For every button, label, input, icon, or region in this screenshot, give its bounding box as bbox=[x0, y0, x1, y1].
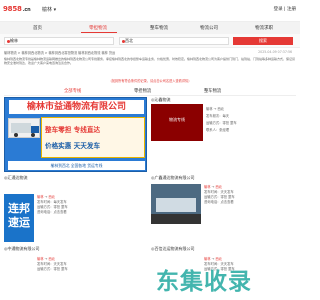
card-meta: 榆林 → 西北 发车时间：每天发车 运输方式：零担 整车 咨询电话：点击查看 bbox=[37, 195, 68, 215]
company-name[interactable]: ◎沁鑫物流 bbox=[151, 97, 171, 103]
featured-company-ad[interactable]: 榆林市益通物流有限公司 整车零担 专线直达 价格实惠 天天发车 榆林到西北 全国… bbox=[4, 97, 147, 172]
ad-route-strip: 榆林到西北 全国各地 货运专线 bbox=[8, 161, 145, 170]
nav-ltl[interactable]: 零担物流 bbox=[89, 25, 107, 31]
nav-jobs[interactable]: 物流求职 bbox=[255, 25, 273, 31]
route-line: 榆林 → 西北 bbox=[206, 107, 225, 111]
city-selector[interactable]: 榆林 ▾ bbox=[42, 6, 56, 13]
logo-suffix: .cn bbox=[22, 7, 31, 13]
frequency-line: 发车频次：每天 bbox=[206, 114, 230, 118]
meta-line[interactable]: 咨询电话：点击查看 bbox=[37, 210, 68, 215]
company-photo: 物流专线 bbox=[151, 104, 203, 141]
mode-line: 运输方式：零担 整车 bbox=[206, 121, 237, 125]
nav-home[interactable]: 首页 bbox=[33, 25, 42, 31]
watermark: 东集收录 bbox=[156, 269, 252, 295]
location-pin-icon bbox=[121, 39, 125, 43]
breadcrumb: 榆林物流 > 榆林到西北物流 > 榆林到西北零担物流 榆林到西北物流 榆林 货运… bbox=[4, 50, 296, 55]
main-nav: 首页 零担物流 整车物流 物流公司 物流求职 bbox=[0, 22, 300, 34]
company-name[interactable]: ◎百信达运物流有限公司 bbox=[151, 246, 195, 252]
update-date: 2025-04-09 07:37:56 bbox=[258, 50, 292, 54]
result-notice: （找到所有符合条件的记录，请点击公司名进入查看详情） bbox=[108, 79, 192, 83]
company-listing[interactable]: ◎沁鑫物流 物流专线 榆林 → 西北 发车频次：每天 运输方式：零担 整车 联系… bbox=[151, 97, 296, 172]
destination-value: 西北 bbox=[125, 38, 133, 43]
truck-icon bbox=[8, 118, 40, 138]
route-search-bar: 榆林 西北 搜索 bbox=[0, 34, 300, 48]
site-logo[interactable]: 9858.cn bbox=[3, 5, 31, 13]
company-name[interactable]: ◎汇通达物流 bbox=[4, 175, 28, 181]
tab-ltl[interactable]: 零担物流 bbox=[134, 88, 151, 94]
logo-text: 9858 bbox=[3, 5, 22, 13]
company-photo bbox=[151, 184, 201, 224]
card-meta: 榆林 → 西北 发车时间：天天发车 运输方式：零担 整车 咨询电话：点击查看 bbox=[204, 185, 235, 205]
contact-line: 联系人：张经理 bbox=[206, 128, 230, 132]
nav-companies[interactable]: 物流公司 bbox=[200, 25, 218, 31]
meta-line: 运输方式：零担 整车 bbox=[37, 267, 68, 271]
ad-slogan-1: 整车零担 专线直达 bbox=[45, 126, 101, 134]
login-register-link[interactable]: 登录 | 注册 bbox=[274, 6, 296, 12]
top-bar: 9858.cn 榆林 ▾ 登录 | 注册 bbox=[0, 0, 300, 22]
route-tabs: 全部专线 零担物流 整车物流 bbox=[4, 86, 296, 96]
logo-line-2: 速运 bbox=[8, 216, 30, 229]
nav-active-underline bbox=[81, 32, 117, 33]
route-description: 榆林到西北物流专线是榆林物流运输网推出的榆林到西北物流公司专线服务，承接榆林到西… bbox=[4, 57, 296, 66]
search-button[interactable]: 搜索 bbox=[233, 37, 293, 45]
company-logo: 连邦 速运 bbox=[4, 194, 34, 242]
ad-slogan-box: 整车零担 专线直达 价格实惠 天天发车 bbox=[41, 117, 145, 158]
origin-value: 榆林 bbox=[10, 38, 18, 43]
tab-ftl[interactable]: 整车物流 bbox=[204, 88, 221, 94]
tab-all[interactable]: 全部专线 bbox=[64, 88, 81, 94]
company-name[interactable]: ◎广鑫通达物流有限公司 bbox=[151, 175, 195, 181]
origin-field[interactable]: 榆林 bbox=[4, 37, 114, 45]
location-pin-icon bbox=[6, 39, 10, 43]
company-name[interactable]: ◎中通物流有限公司 bbox=[4, 246, 40, 252]
breadcrumb-text[interactable]: 榆林物流 > 榆林到西北物流 > 榆林到西北零担物流 榆林到西北物流 榆林 货运 bbox=[4, 51, 115, 55]
meta-line[interactable]: 咨询电话：点击查看 bbox=[204, 200, 235, 205]
logo-line-1: 连邦 bbox=[8, 202, 30, 215]
destination-field[interactable]: 西北 bbox=[119, 37, 229, 45]
ad-company-name: 榆林市益通物流有限公司 bbox=[9, 100, 144, 114]
nav-ftl[interactable]: 整车物流 bbox=[150, 25, 168, 31]
ad-slogan-2: 价格实惠 天天发车 bbox=[45, 142, 101, 150]
photo-label: 物流专线 bbox=[169, 117, 185, 122]
card-meta: 榆林 → 西北 发车时间：天天发车 运输方式：零担 整车 bbox=[37, 257, 68, 272]
